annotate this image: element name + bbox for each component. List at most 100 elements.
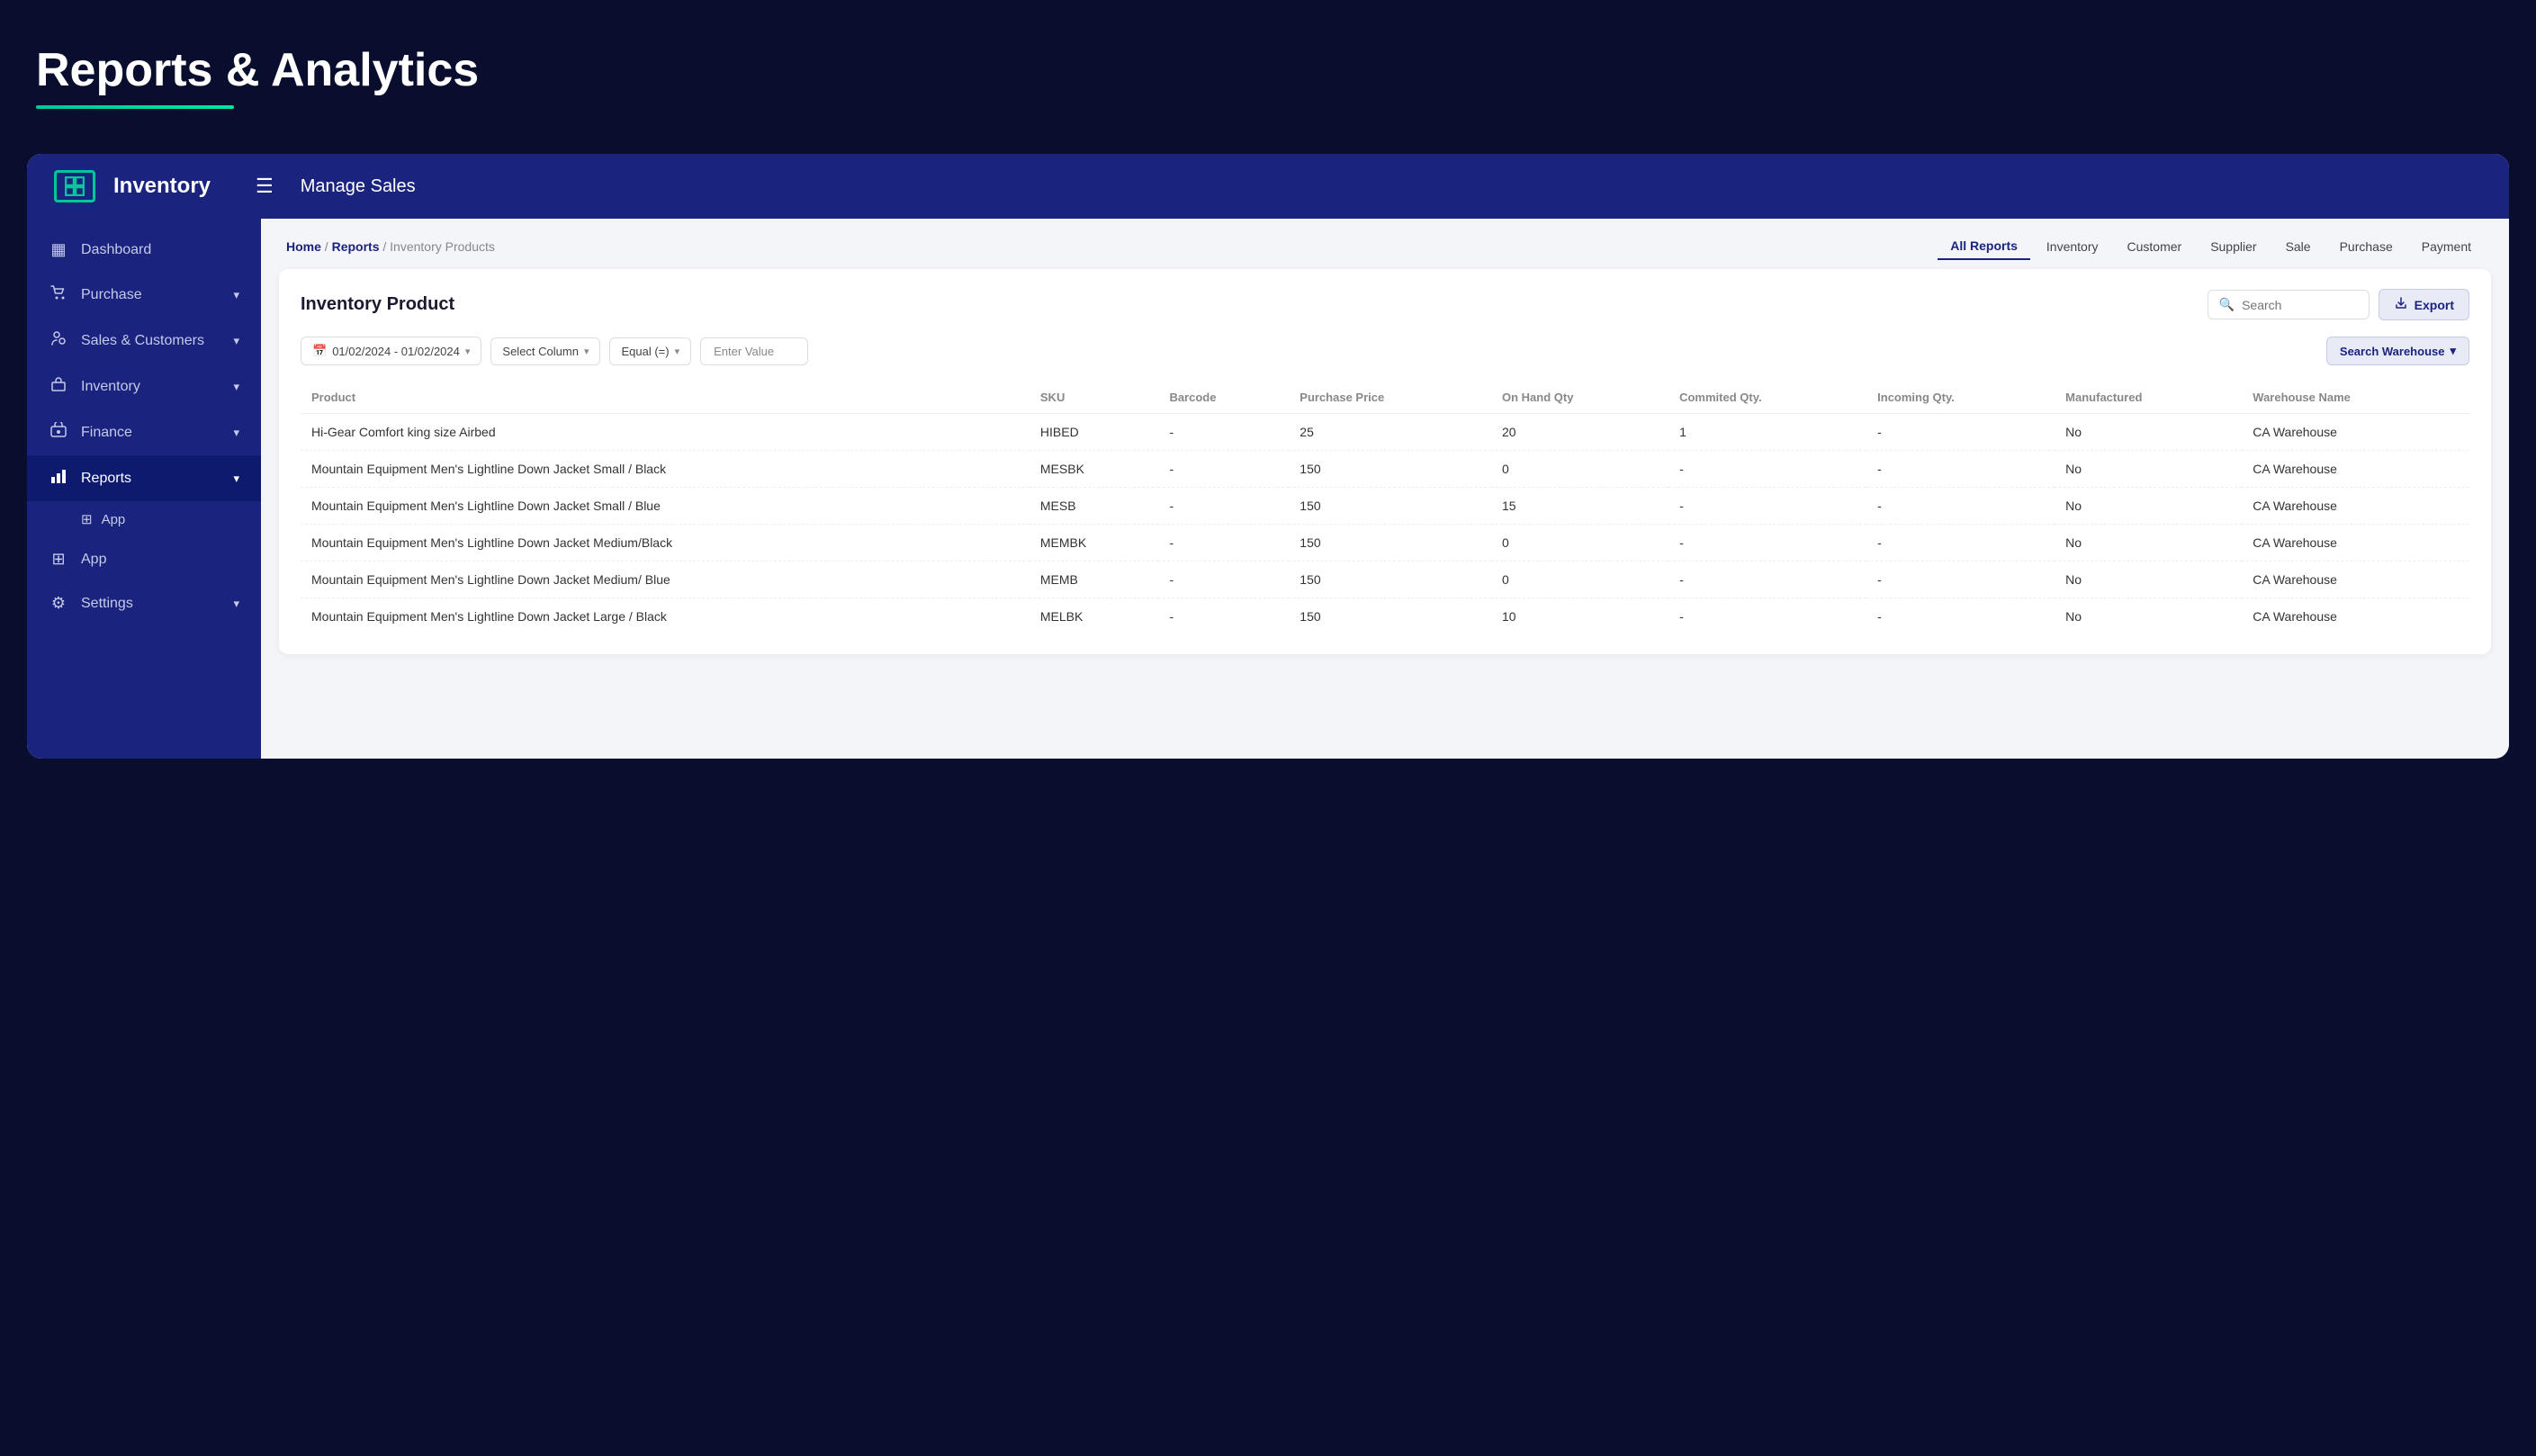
chevron-down-icon: ▾ [584,346,589,357]
filter-row: 📅 01/02/2024 - 01/02/2024 ▾ Select Colum… [301,337,2469,365]
cell-warehouse: CA Warehouse [2242,414,2469,451]
column-filter[interactable]: Select Column ▾ [490,337,600,365]
export-icon [2394,296,2408,313]
search-input[interactable] [2242,298,2358,312]
cell-sku: MEMBK [1030,525,1159,562]
cell-incoming: - [1866,451,2055,488]
sidebar-sub-app[interactable]: ⊞ App [81,501,261,537]
sidebar-item-purchase[interactable]: Purchase ▾ [27,272,261,318]
cell-barcode: - [1158,488,1289,525]
content-area: Home / Reports / Inventory Products All … [261,219,2509,759]
cell-warehouse: CA Warehouse [2242,488,2469,525]
cell-incoming: - [1866,598,2055,635]
cell-committed: - [1668,488,1866,525]
cell-manufactured: No [2055,525,2242,562]
report-panel-header: Inventory Product 🔍 Export [301,289,2469,320]
column-filter-label: Select Column [502,345,579,358]
chevron-down-icon: ▾ [233,597,239,611]
title-underline [36,105,234,109]
sidebar-label-settings: Settings [81,596,220,612]
tab-inventory[interactable]: Inventory [2034,234,2111,259]
topbar-brand: Inventory [113,174,211,199]
chevron-down-icon: ▾ [2450,344,2456,358]
inventory-icon [49,376,68,397]
cell-barcode: - [1158,414,1289,451]
sidebar-item-sales-customers[interactable]: Sales & Customers ▾ [27,318,261,364]
table-row: Mountain Equipment Men's Lightline Down … [301,525,2469,562]
sidebar-label-finance: Finance [81,425,220,441]
cell-barcode: - [1158,562,1289,598]
sidebar-item-finance[interactable]: Finance ▾ [27,409,261,455]
inventory-table: Product SKU Barcode Purchase Price On Ha… [301,382,2469,634]
warehouse-label: Search Warehouse [2340,345,2445,358]
sidebar-item-label: Dashboard [81,242,239,258]
cell-warehouse: CA Warehouse [2242,598,2469,635]
cell-committed: - [1668,525,1866,562]
cell-committed: 1 [1668,414,1866,451]
chevron-down-icon: ▾ [233,288,239,302]
cell-warehouse: CA Warehouse [2242,451,2469,488]
search-box[interactable]: 🔍 [2208,290,2370,319]
date-range-value: 01/02/2024 - 01/02/2024 [332,345,460,358]
cell-on-hand: 0 [1491,451,1668,488]
cell-purchase-price: 150 [1289,598,1491,635]
equal-filter[interactable]: Equal (=) ▾ [609,337,691,365]
chevron-down-icon: ▾ [465,346,471,357]
breadcrumb-bar: Home / Reports / Inventory Products All … [261,219,2509,269]
tab-purchase[interactable]: Purchase [2327,234,2406,259]
cell-committed: - [1668,598,1866,635]
value-filter[interactable]: Enter Value [700,337,808,365]
sidebar-item-settings[interactable]: ⚙ Settings ▾ [27,581,261,625]
cell-committed: - [1668,562,1866,598]
cell-incoming: - [1866,414,2055,451]
cell-sku: MESB [1030,488,1159,525]
chevron-down-icon: ▾ [233,472,239,486]
col-committed-qty: Commited Qty. [1668,382,1866,414]
date-range-filter[interactable]: 📅 01/02/2024 - 01/02/2024 ▾ [301,337,481,365]
col-product: Product [301,382,1030,414]
sales-icon [49,330,68,351]
chevron-down-icon: ▾ [233,334,239,348]
tab-all-reports[interactable]: All Reports [1938,233,2030,260]
sidebar-item-app[interactable]: ⊞ App [27,537,261,581]
cell-on-hand: 0 [1491,562,1668,598]
sidebar-item-dashboard[interactable]: ▦ Dashboard [27,228,261,272]
cell-manufactured: No [2055,451,2242,488]
tab-payment[interactable]: Payment [2409,234,2484,259]
sidebar-reports-sub: ⊞ App [27,501,261,537]
col-sku: SKU [1030,382,1159,414]
tab-customer[interactable]: Customer [2115,234,2195,259]
tab-supplier[interactable]: Supplier [2198,234,2269,259]
tab-nav: All Reports Inventory Customer Supplier … [1938,233,2484,260]
table-row: Hi-Gear Comfort king size Airbed HIBED -… [301,414,2469,451]
col-purchase-price: Purchase Price [1289,382,1491,414]
equal-filter-label: Equal (=) [621,345,669,358]
cell-manufactured: No [2055,414,2242,451]
breadcrumb-home[interactable]: Home [286,239,321,254]
cell-sku: MEMB [1030,562,1159,598]
sidebar-item-inventory[interactable]: Inventory ▾ [27,364,261,409]
card-body: ▦ Dashboard Purchase ▾ Sales & Customers… [27,219,2509,759]
export-button[interactable]: Export [2379,289,2469,320]
cell-committed: - [1668,451,1866,488]
cell-purchase-price: 150 [1289,451,1491,488]
cell-purchase-price: 25 [1289,414,1491,451]
warehouse-filter[interactable]: Search Warehouse ▾ [2326,337,2469,365]
sidebar-item-reports[interactable]: Reports ▾ [27,455,261,501]
cell-product: Hi-Gear Comfort king size Airbed [301,414,1030,451]
report-panel: Inventory Product 🔍 Export [279,269,2491,654]
calendar-icon: 📅 [312,344,327,358]
col-barcode: Barcode [1158,382,1289,414]
purchase-icon [49,284,68,305]
table-row: Mountain Equipment Men's Lightline Down … [301,598,2469,635]
chevron-down-icon: ▾ [233,426,239,440]
breadcrumb-reports[interactable]: Reports [332,239,380,254]
cell-warehouse: CA Warehouse [2242,562,2469,598]
sidebar: ▦ Dashboard Purchase ▾ Sales & Customers… [27,219,261,759]
table-row: Mountain Equipment Men's Lightline Down … [301,451,2469,488]
cell-manufactured: No [2055,562,2242,598]
chevron-down-icon: ▾ [233,380,239,394]
cell-barcode: - [1158,525,1289,562]
hamburger-icon[interactable]: ☰ [256,175,274,198]
tab-sale[interactable]: Sale [2273,234,2324,259]
